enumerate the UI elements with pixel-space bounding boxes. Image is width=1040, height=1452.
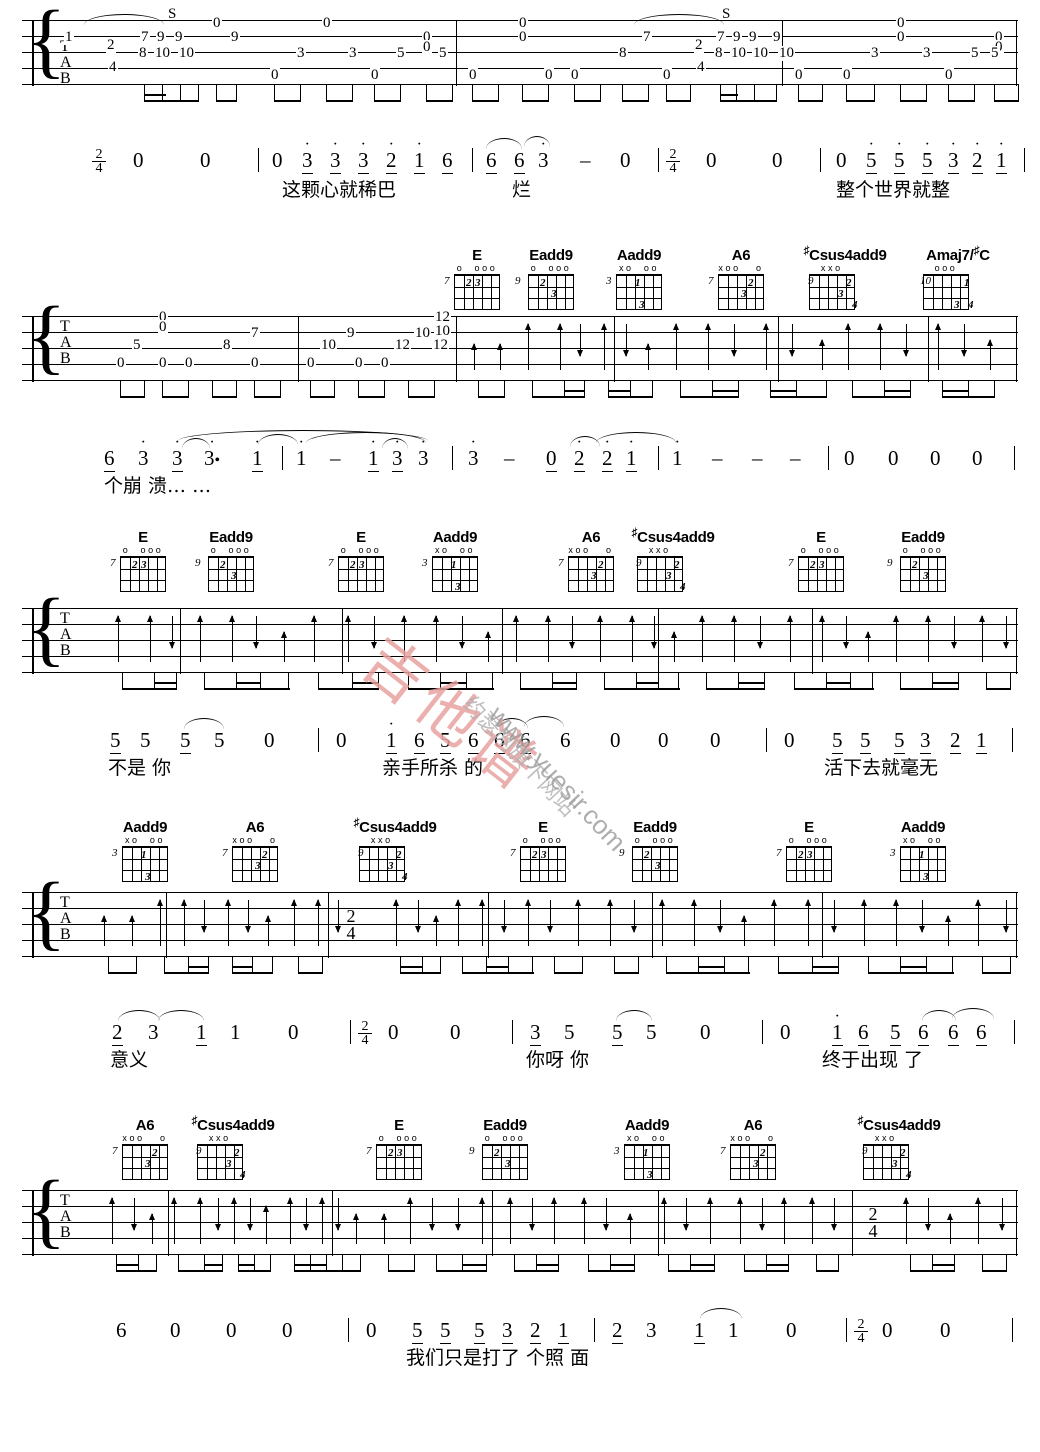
tab-letter-A: A bbox=[60, 1208, 72, 1225]
lyric-line-2: 个崩 溃… … bbox=[104, 475, 212, 497]
chord-Eadd9: Eadd9 o ooo 9 23 bbox=[886, 530, 960, 592]
tab-staff-3: { T A B bbox=[22, 587, 1018, 690]
tablature-sheet: { T A B 1 2 7 9 9 8 10 10 0 9 4 0 3 0 3 bbox=[0, 0, 1040, 1452]
jianpu-row-2: 6 · 3 · 3 · 3• · 1 · 1 – · 1 · 3 · 3 · 3 – 0 · 2 ·… bbox=[0, 430, 1040, 478]
chord-Eadd9: Eadd9 o ooo 9 23 bbox=[468, 1118, 542, 1180]
time-signature-1: 24 bbox=[92, 148, 106, 176]
time-signature-2: 24 bbox=[666, 148, 680, 176]
chord-Eadd9: Eadd9 o ooo 9 23 bbox=[194, 530, 268, 592]
jianpu-row-3: 5 5 5 5 0 0 · 1 6 5 6 6 6 6 0 0 0 0 5 5 5… bbox=[0, 716, 1040, 760]
lyric-line-1b: 烂 bbox=[512, 179, 532, 201]
chord-diagram-row-2: E o ooo 7 2 3 Eadd9 o ooo 9 2 3 Aadd9 xo… bbox=[0, 243, 1040, 311]
tab-letter-B: B bbox=[60, 642, 71, 659]
system-5: A6 xoo o 7 23 ♯Csus4add9 xxo 9 234 E o o… bbox=[0, 1113, 1040, 1418]
chord-Csus4add9: ♯Csus4add9 xxo 9 234 bbox=[631, 525, 715, 593]
chord-A6: A6 xoo o 7 2 3 bbox=[704, 248, 778, 310]
tab-letter-A: A bbox=[60, 910, 72, 927]
lyric-line-1c: 整个世界就整 bbox=[836, 179, 951, 201]
tab-letter-A: A bbox=[60, 54, 72, 71]
tab-staff-4: { T A B 24 bbox=[22, 871, 1018, 974]
system-3: E o ooo 7 23 Eadd9 o ooo 9 23 E o ooo 7 … bbox=[0, 525, 1040, 785]
chord-Aadd9: Aadd9 xo oo 3 13 bbox=[112, 819, 168, 883]
tab-staff-1: { T A B 1 2 7 9 9 8 10 10 0 9 4 0 3 0 3 bbox=[22, 0, 1019, 102]
chord-A6: A6 xoo o 7 23 bbox=[108, 1118, 182, 1180]
chord-E: E o ooo 7 23 bbox=[324, 530, 398, 592]
chord-diagram-row-3: E o ooo 7 23 Eadd9 o ooo 9 23 E o ooo 7 … bbox=[0, 525, 1040, 593]
chord-Csus4add9: ♯Csus4add9 xxo 9 2 3 4 bbox=[803, 243, 887, 311]
tab-letter-A: A bbox=[60, 334, 72, 351]
tab-letter-B: B bbox=[60, 70, 71, 87]
jianpu-row-5: 6 0 0 0 0 5 5 5 3 2 1 2 3 1 1 0 24 0 0 bbox=[0, 1308, 1040, 1350]
tab-letter-A: A bbox=[60, 626, 72, 643]
chord-Eadd9: Eadd9 o ooo 9 23 bbox=[618, 820, 692, 882]
slide-marking-1: S bbox=[168, 6, 177, 22]
tab-letter-T: T bbox=[60, 1192, 70, 1209]
chord-diagram-row-5: A6 xoo o 7 23 ♯Csus4add9 xxo 9 234 E o o… bbox=[0, 1113, 1040, 1181]
chord-A6: A6 xoo o 7 23 bbox=[554, 530, 628, 592]
tab-staff-5: { T A B 24 bbox=[22, 1169, 1018, 1272]
tab-letter-T: T bbox=[60, 610, 70, 627]
lyric-line-4b: 你呀 你 bbox=[526, 1049, 590, 1071]
jianpu-row-1: 24 0 0 0 · 3 · 3 · 3 · 2 · 1 6 6 6 · 3 – 0 24 … bbox=[0, 136, 1040, 180]
time-signature-mid-4: 24 bbox=[342, 907, 360, 942]
system-1: { T A B 1 2 7 9 9 8 10 10 0 9 4 0 3 0 3 bbox=[0, 0, 1040, 204]
tab-letter-B: B bbox=[60, 350, 71, 367]
slide-marking-2: S bbox=[722, 6, 731, 22]
chord-Csus4add9: ♯Csus4add9 xxo 9 234 bbox=[191, 1113, 275, 1181]
chord-A6: A6 xoo o 7 23 bbox=[716, 1118, 790, 1180]
tab-letter-B: B bbox=[60, 926, 71, 943]
chord-E: E o ooo 7 23 bbox=[106, 530, 180, 592]
chord-Aadd9: Aadd9 xo oo 3 13 bbox=[422, 529, 478, 593]
system-2: E o ooo 7 2 3 Eadd9 o ooo 9 2 3 Aadd9 xo… bbox=[0, 243, 1040, 498]
chord-Aadd9: Aadd9 xo oo 3 13 bbox=[890, 819, 946, 883]
lyric-line-4c: 终于出现 了 bbox=[822, 1049, 924, 1071]
chord-E: E o ooo 7 2 3 bbox=[440, 248, 514, 310]
chord-E: E o ooo 7 23 bbox=[772, 820, 846, 882]
chord-A6: A6 xoo o 7 23 bbox=[218, 820, 292, 882]
tab-letter-B: B bbox=[60, 1224, 71, 1241]
chord-Csus4add9: ♯Csus4add9 xxo 9 234 bbox=[857, 1113, 941, 1181]
chord-diagram-row-4: Aadd9 xo oo 3 13 A6 xoo o 7 23 ♯Csus4add… bbox=[0, 815, 1040, 883]
lyric-line-5: 我们只是打了 个照 面 bbox=[406, 1347, 590, 1369]
tab-letter-T: T bbox=[60, 318, 70, 335]
chord-Amaj7-over-Csharp: Amaj7/♯C ooo 10 1 3 4 bbox=[920, 243, 990, 311]
time-signature-5: 24 bbox=[854, 1318, 868, 1346]
lyric-line-3c: 活下去就毫无 bbox=[824, 757, 939, 779]
time-signature-mid-5: 24 bbox=[864, 1205, 882, 1240]
system-4: Aadd9 xo oo 3 13 A6 xoo o 7 23 ♯Csus4add… bbox=[0, 815, 1040, 1080]
tab-letter-T: T bbox=[60, 894, 70, 911]
chord-E: E o ooo 7 23 bbox=[506, 820, 580, 882]
time-signature-4: 24 bbox=[358, 1020, 372, 1048]
jianpu-row-4: 2 3 1 1 0 24 0 0 3 5 5 5 0 0 · 1 6 5 6 6 … bbox=[0, 1008, 1040, 1052]
lyric-line-1a: 这颗心就稀巴 bbox=[282, 179, 397, 201]
lyric-line-4a: 意义 bbox=[110, 1049, 149, 1071]
lyric-line-3b: 亲手所杀 的 bbox=[382, 757, 484, 779]
chord-E: E o ooo 7 23 bbox=[784, 530, 858, 592]
tab-staff-2: { T A B 0 0 5 0 0 0 8 7 0 0 10 9 0 0 12 … bbox=[22, 295, 1018, 398]
chord-E: E o ooo 7 23 bbox=[362, 1118, 436, 1180]
chord-Aadd9: Aadd9 xo oo 3 13 bbox=[614, 1117, 670, 1181]
chord-Eadd9: Eadd9 o ooo 9 2 3 bbox=[514, 248, 588, 310]
lyric-line-3a: 不是 你 bbox=[108, 757, 172, 779]
chord-Aadd9: Aadd9 xo oo 3 1 3 bbox=[606, 247, 662, 311]
chord-Csus4add9: ♯Csus4add9 xxo 9 234 bbox=[353, 815, 437, 883]
